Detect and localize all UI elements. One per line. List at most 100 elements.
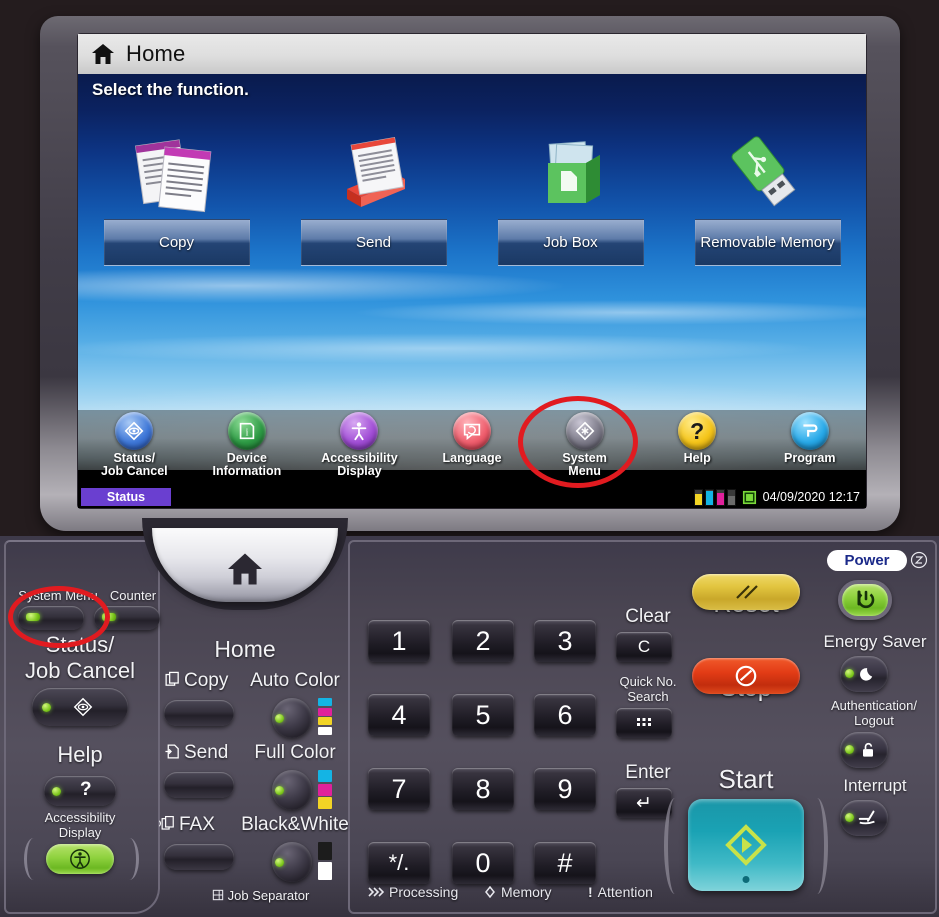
title-bar: Home	[78, 34, 866, 74]
accessibility-icon	[70, 849, 90, 869]
operation-panel: System Menu Counter Status/ Job Cancel H…	[0, 518, 939, 917]
status-job-cancel-icon	[73, 697, 93, 717]
attention-indicator: ! Attention	[588, 884, 653, 900]
shortcut-label: Program	[784, 451, 836, 465]
keypad-key-9[interactable]: 9	[534, 768, 596, 810]
home-icon	[228, 553, 262, 585]
enter-key[interactable]: ↵	[616, 788, 672, 818]
full-color-key[interactable]	[272, 770, 312, 810]
usb-drive-icon	[720, 127, 816, 215]
reset-slashes-icon	[736, 585, 758, 599]
keypad-key-6[interactable]: 6	[534, 694, 596, 736]
system-menu-icon	[565, 412, 604, 450]
diamond-icon	[485, 886, 495, 898]
svg-text:i: i	[245, 428, 248, 439]
full-color-swatch	[318, 770, 332, 810]
keypad-key-8[interactable]: 8	[452, 768, 514, 810]
quick-no-search-key[interactable]	[616, 708, 672, 738]
function-tile-copy[interactable]: Copy	[78, 126, 275, 266]
job-separator-label: Job Separator	[160, 888, 360, 903]
enter-key-label: Enter	[625, 762, 671, 783]
shortcut-system-menu[interactable]: System Menu	[528, 410, 641, 478]
clear-key[interactable]: C	[616, 632, 672, 662]
cassette-icon	[742, 490, 756, 504]
shortcut-label: Help	[683, 451, 711, 465]
reset-key[interactable]	[692, 574, 800, 610]
keypad-key-0[interactable]: 0	[452, 842, 514, 884]
energy-saver-key[interactable]	[840, 656, 888, 692]
shortcut-device-information[interactable]: i Device Information	[191, 410, 304, 478]
shortcut-label: Status/ Job Cancel	[100, 451, 168, 478]
function-tile-removable-memory[interactable]: Removable Memory	[669, 126, 866, 266]
job-separator-icon	[212, 889, 223, 901]
stop-key[interactable]	[692, 658, 800, 694]
shortcut-language[interactable]: Language	[416, 410, 529, 465]
auto-color-label: Auto Color	[250, 670, 340, 691]
counter-key-label: Counter	[109, 588, 157, 603]
start-key[interactable]	[688, 799, 804, 891]
function-tile-job-box[interactable]: Job Box	[472, 126, 669, 266]
keypad-key-asterisk[interactable]: */.	[368, 842, 430, 884]
keypad-key-1[interactable]: 1	[368, 620, 430, 662]
system-menu-key[interactable]	[18, 606, 84, 630]
language-icon	[453, 412, 492, 450]
accessibility-display-label: Accessibility Display	[44, 810, 116, 840]
power-label: Power	[827, 550, 907, 571]
keypad-key-2[interactable]: 2	[452, 620, 514, 662]
status-job-cancel-icon	[115, 412, 154, 450]
home-key-label: Home	[214, 636, 276, 662]
start-arc-left	[664, 798, 686, 894]
energy-saver-label: Energy Saver	[823, 632, 927, 651]
keypad-key-5[interactable]: 5	[452, 694, 514, 736]
function-label-job-box: Job Box	[497, 219, 644, 266]
counter-key[interactable]	[94, 606, 160, 630]
stop-icon	[735, 665, 757, 687]
authentication-logout-key[interactable]	[840, 732, 888, 768]
copy-icon	[165, 671, 179, 686]
keypad-key-7[interactable]: 7	[368, 768, 430, 810]
status-badge[interactable]: Status	[81, 488, 171, 506]
device-information-icon: i	[227, 412, 266, 450]
screen-bezel: Home Select the function. Copy Send Job …	[78, 34, 866, 508]
status-indicators: 04/09/2020 12:17	[693, 488, 866, 506]
fax-key[interactable]	[164, 844, 234, 870]
keypad-key-3[interactable]: 3	[534, 620, 596, 662]
function-label-removable-memory: Removable Memory	[694, 219, 841, 266]
status-job-cancel-label: Status/ Job Cancel	[24, 632, 136, 683]
shortcut-program[interactable]: Program	[753, 410, 866, 465]
accessibility-display-key[interactable]	[46, 844, 114, 874]
shortcut-status-job-cancel[interactable]: Status/ Job Cancel	[78, 410, 191, 478]
help-key[interactable]: ?	[44, 776, 116, 806]
toner-cyan	[704, 488, 714, 506]
fax-icon	[158, 815, 174, 830]
shortcut-label: Language	[442, 451, 502, 465]
question-mark-icon: ?	[80, 779, 92, 800]
keypad-key-hash[interactable]: #	[534, 842, 596, 884]
shortcut-label: Device Information	[212, 451, 282, 478]
status-job-cancel-key[interactable]	[32, 688, 128, 726]
power-key[interactable]	[838, 580, 892, 620]
quick-no-search-label: Quick No. Search	[619, 674, 677, 704]
function-label-copy: Copy	[103, 219, 250, 266]
copy-key[interactable]	[164, 700, 234, 726]
accessibility-arc-right	[120, 838, 139, 880]
toner-yellow	[693, 488, 703, 506]
memory-indicator: Memory	[484, 884, 552, 900]
send-key[interactable]	[164, 772, 234, 798]
interrupt-key[interactable]	[840, 800, 888, 836]
shortcut-help[interactable]: ? Help	[641, 410, 754, 465]
function-tile-send[interactable]: Send	[275, 126, 472, 266]
toner-black	[726, 488, 736, 506]
keypad-key-4[interactable]: 4	[368, 694, 430, 736]
full-color-label: Full Color	[254, 742, 336, 763]
processing-indicator: Processing	[368, 884, 458, 900]
auto-color-key[interactable]	[272, 698, 312, 738]
prompt-text: Select the function.	[92, 80, 249, 99]
touchscreen-housing: Home Select the function. Copy Send Job …	[40, 16, 900, 531]
black-white-key[interactable]	[272, 842, 312, 882]
job-box-icon	[528, 127, 614, 215]
start-arc-right	[806, 798, 828, 894]
page-title: Home	[126, 41, 186, 66]
shortcut-accessibility-display[interactable]: Accessibility Display	[303, 410, 416, 478]
black-white-label: Black&White	[241, 814, 349, 835]
